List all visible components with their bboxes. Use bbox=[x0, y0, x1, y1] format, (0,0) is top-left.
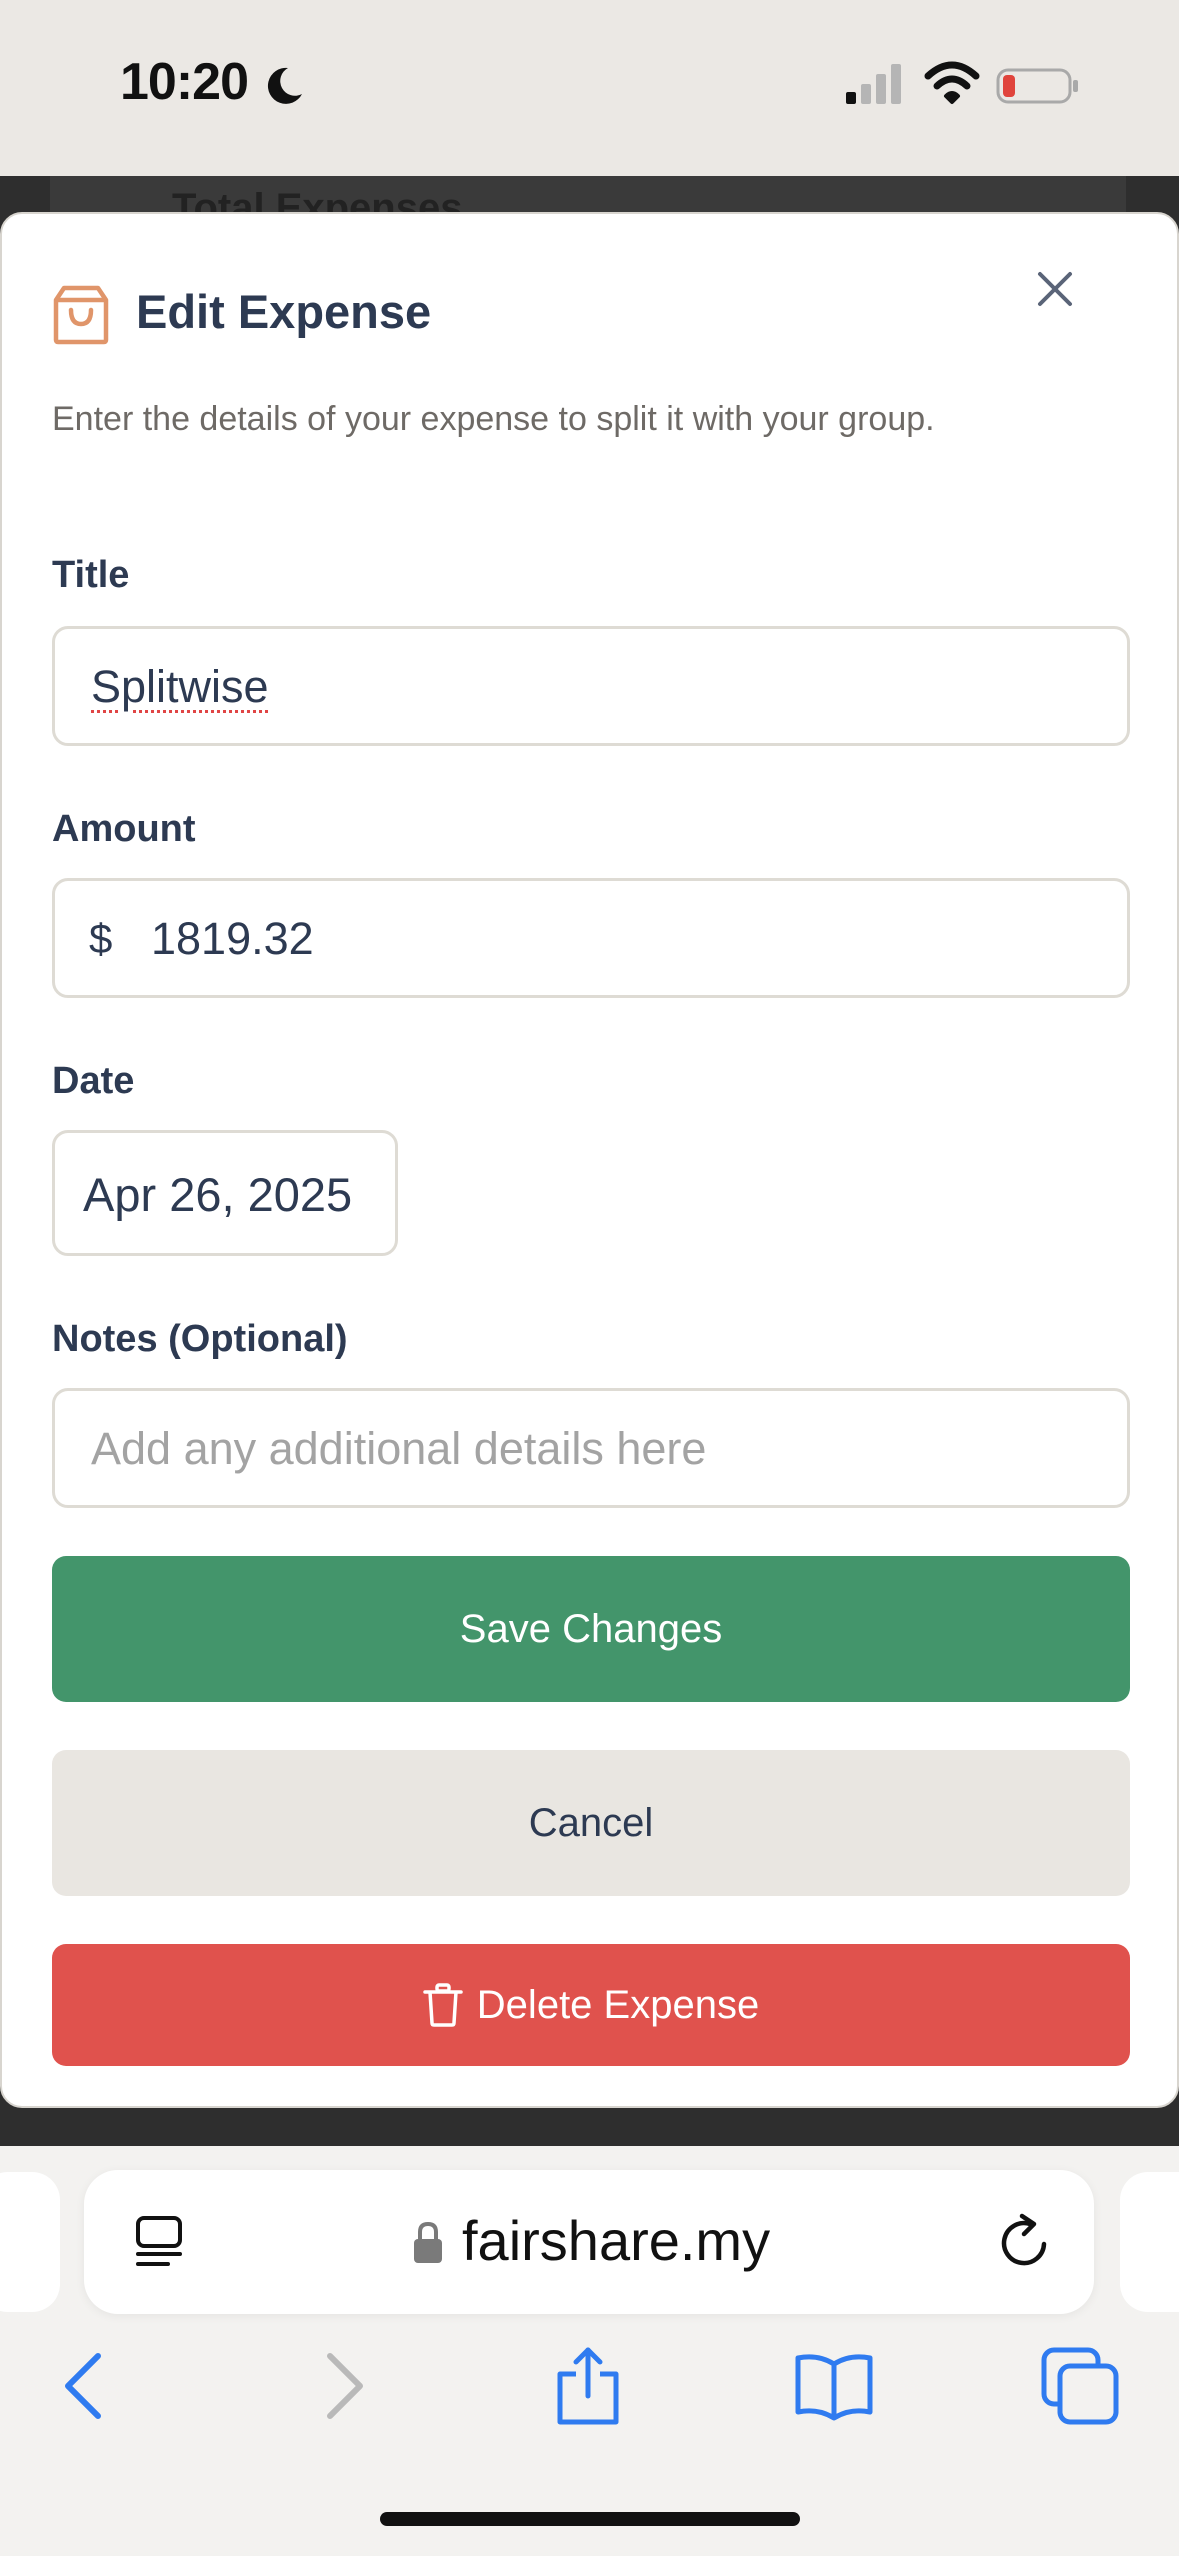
reload-icon[interactable] bbox=[996, 2212, 1054, 2272]
status-time: 10:20 bbox=[120, 53, 249, 111]
title-input[interactable]: Splitwise bbox=[52, 626, 1130, 746]
edit-expense-modal: Edit Expense Enter the details of your e… bbox=[0, 212, 1179, 2108]
battery-icon bbox=[996, 68, 1078, 104]
currency-symbol: $ bbox=[89, 915, 113, 962]
notes-placeholder: Add any additional details here bbox=[91, 1423, 707, 1474]
cancel-button[interactable]: Cancel bbox=[52, 1750, 1130, 1896]
bookmarks-icon[interactable] bbox=[794, 2346, 874, 2426]
delete-expense-label: Delete Expense bbox=[476, 1982, 760, 2027]
url-text: fairshare.my bbox=[462, 2209, 771, 2272]
status-bar: 10:20 bbox=[0, 0, 1179, 176]
back-icon[interactable] bbox=[46, 2346, 126, 2426]
tabs-icon[interactable] bbox=[1040, 2346, 1120, 2426]
modal-description: Enter the details of your expense to spl… bbox=[52, 400, 935, 438]
amount-input[interactable]: $ 1819.32 bbox=[52, 878, 1130, 998]
page-menu-icon[interactable] bbox=[132, 2214, 188, 2270]
date-value: Apr 26, 2025 bbox=[83, 1168, 353, 1221]
lock-icon bbox=[414, 2221, 442, 2263]
modal-title: Edit Expense bbox=[136, 285, 432, 338]
shopping-bag-icon bbox=[53, 285, 109, 345]
share-icon[interactable] bbox=[548, 2346, 628, 2426]
modal-header: Edit Expense bbox=[52, 274, 1132, 354]
date-picker[interactable]: Apr 26, 2025 bbox=[52, 1130, 398, 1256]
save-changes-label: Save Changes bbox=[459, 1606, 723, 1651]
amount-input-value: 1819.32 bbox=[151, 913, 314, 964]
date-label: Date bbox=[52, 1060, 135, 1102]
close-icon[interactable] bbox=[1032, 266, 1078, 312]
address-bar[interactable]: fairshare.my bbox=[84, 2170, 1094, 2314]
notes-input[interactable]: Add any additional details here bbox=[52, 1388, 1130, 1508]
trash-icon bbox=[423, 1983, 463, 2027]
wifi-icon bbox=[924, 61, 980, 104]
previous-tab-peek[interactable] bbox=[0, 2172, 60, 2312]
cancel-label: Cancel bbox=[528, 1800, 654, 1845]
signal-icon bbox=[846, 64, 901, 104]
title-label: Title bbox=[52, 554, 130, 596]
amount-label: Amount bbox=[52, 808, 196, 850]
home-indicator bbox=[380, 2512, 800, 2526]
moon-icon bbox=[267, 67, 302, 104]
delete-expense-button[interactable]: Delete Expense bbox=[52, 1944, 1130, 2066]
notes-label: Notes (Optional) bbox=[52, 1318, 348, 1360]
forward-icon[interactable] bbox=[302, 2346, 382, 2426]
next-tab-peek[interactable] bbox=[1120, 2172, 1179, 2312]
save-changes-button[interactable]: Save Changes bbox=[52, 1556, 1130, 1702]
title-input-value: Splitwise bbox=[91, 661, 269, 712]
